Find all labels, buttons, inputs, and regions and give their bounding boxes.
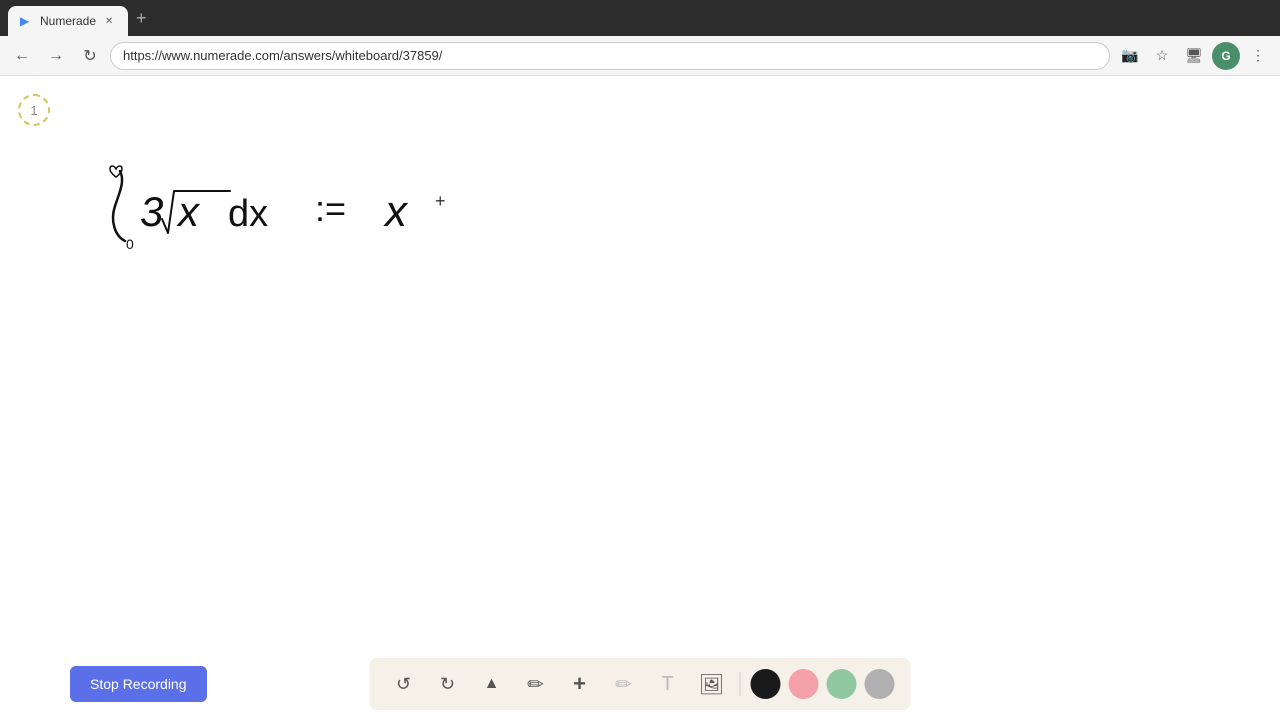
svg-text:0: 0 <box>126 236 134 252</box>
display-icon-btn[interactable]: 🖥 <box>1180 42 1208 70</box>
color-pink-button[interactable] <box>789 669 819 699</box>
color-mint-button[interactable] <box>827 669 857 699</box>
svg-text::=: := <box>315 188 346 229</box>
stop-recording-button[interactable]: Stop Recording <box>70 666 207 702</box>
drawing-toolbar: ↺ ↻ ▲ ✏ + ✏ <box>370 658 911 710</box>
refresh-button[interactable]: ↻ <box>76 42 104 70</box>
bottom-bar: Stop Recording ↺ ↻ ▲ ✏ <box>0 648 1280 720</box>
tab-favicon: ▶ <box>20 14 34 28</box>
pen-icon: ✏ <box>527 672 544 697</box>
address-bar[interactable]: https://www.numerade.com/answers/whitebo… <box>110 42 1110 70</box>
redo-button[interactable]: ↻ <box>430 666 466 702</box>
browser-toolbar: ← → ↻ https://www.numerade.com/answers/w… <box>0 36 1280 76</box>
color-black-button[interactable] <box>751 669 781 699</box>
new-tab-button[interactable]: + <box>128 0 155 36</box>
svg-text:3: 3 <box>140 188 163 235</box>
url-text: https://www.numerade.com/answers/whitebo… <box>123 48 442 63</box>
undo-icon: ↺ <box>396 674 411 695</box>
browser-content: 1 0 3 x dx := x <box>0 76 1280 720</box>
text-tool-button[interactable]: T <box>650 666 686 702</box>
bookmark-icon-btn[interactable]: ☆ <box>1148 42 1176 70</box>
svg-text:dx: dx <box>228 193 268 235</box>
math-equation: 0 3 x dx := x <box>90 161 470 261</box>
image-icon: 🖼 <box>699 672 724 697</box>
select-tool-button[interactable]: ▲ <box>474 666 510 702</box>
add-icon: + <box>573 671 586 697</box>
title-bar: ▶ Numerade ✕ + <box>0 0 1280 36</box>
cast-icon-btn[interactable]: 📷 <box>1116 42 1144 70</box>
page-number: 1 <box>30 103 37 118</box>
undo-button[interactable]: ↺ <box>386 666 422 702</box>
active-tab[interactable]: ▶ Numerade ✕ <box>8 6 128 36</box>
menu-icon-btn[interactable]: ⋮ <box>1244 42 1272 70</box>
color-gray-button[interactable] <box>865 669 895 699</box>
forward-button[interactable]: → <box>42 42 70 70</box>
select-icon: ▲ <box>484 675 500 693</box>
toolbar-icons: 📷 ☆ 🖥 G ⋮ <box>1116 42 1272 70</box>
tab-close-button[interactable]: ✕ <box>102 14 116 28</box>
tab-label: Numerade <box>40 14 96 28</box>
svg-text:x: x <box>383 187 409 236</box>
highlighter-icon: ✏ <box>615 672 632 697</box>
browser-window: ▶ Numerade ✕ + ← → ↻ https://www.numerad… <box>0 0 1280 720</box>
tab-bar: ▶ Numerade ✕ + <box>8 0 155 36</box>
image-tool-button[interactable]: 🖼 <box>694 666 730 702</box>
whiteboard[interactable]: 1 0 3 x dx := x <box>0 76 1280 720</box>
pen-tool-button[interactable]: ✏ <box>518 666 554 702</box>
redo-icon: ↻ <box>440 674 455 695</box>
add-shape-button[interactable]: + <box>562 666 598 702</box>
page-indicator: 1 <box>18 94 50 126</box>
profile-button[interactable]: G <box>1212 42 1240 70</box>
svg-text:x: x <box>176 188 201 235</box>
highlighter-button[interactable]: ✏ <box>606 666 642 702</box>
back-button[interactable]: ← <box>8 42 36 70</box>
toolbar-divider <box>740 672 741 696</box>
text-icon: T <box>661 673 673 696</box>
